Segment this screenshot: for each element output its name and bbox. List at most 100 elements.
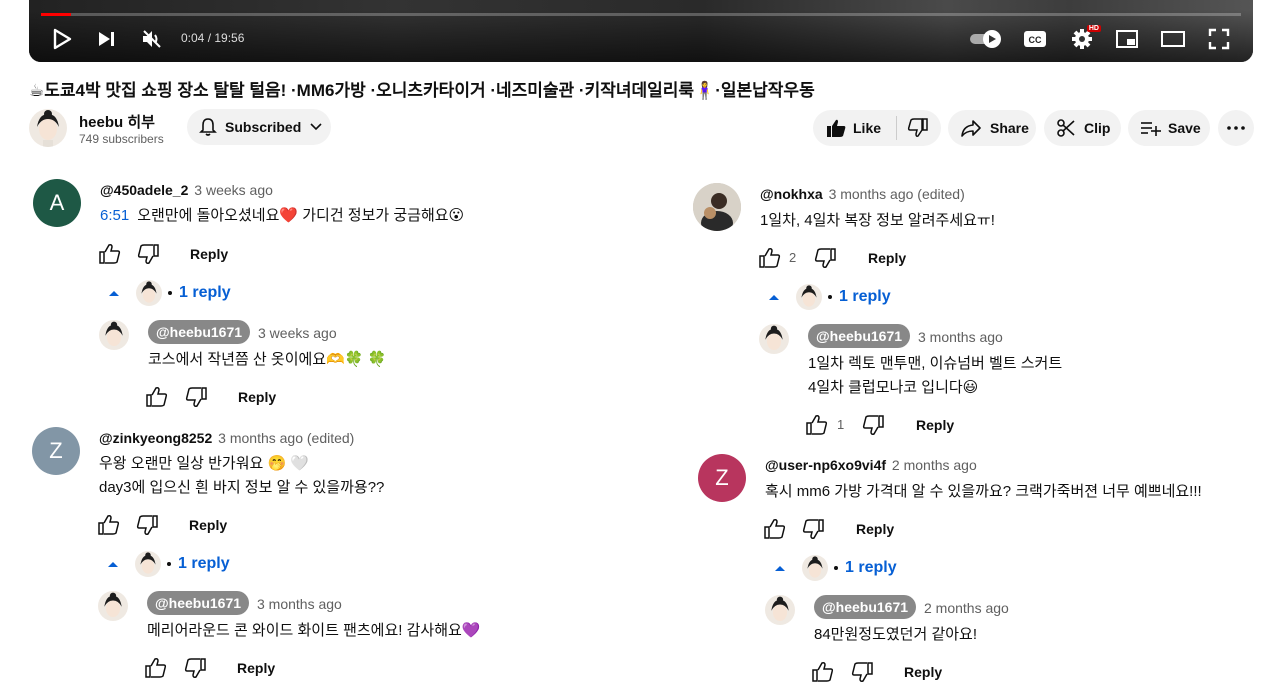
- reply-like-button[interactable]: [144, 657, 168, 679]
- comment-author[interactable]: @user-np6xo9vi4f: [765, 457, 886, 473]
- reply-dislike-button[interactable]: [850, 661, 874, 683]
- comment-text: 혹시 mm6 가방 가격대 알 수 있을까요? 크랙가죽버젼 너무 예쁘네요!!…: [765, 483, 1202, 500]
- captions-button[interactable]: CC: [1023, 26, 1047, 52]
- comment-dislike-button[interactable]: [135, 514, 159, 536]
- reply-text: 코스에서 작년쯤 산 옷이에요🫶🍀 🍀: [148, 351, 387, 368]
- reply-text-line: 4일차 클럽모나코 입니다😃: [808, 379, 979, 396]
- replies-toggle[interactable]: 1 reply: [768, 284, 891, 310]
- time-display: 0:04 / 19:56: [181, 31, 245, 45]
- like-dislike-group: Like: [813, 110, 941, 146]
- miniplayer-button[interactable]: [1115, 26, 1139, 52]
- video-player[interactable]: 0:04 / 19:56 CC HD: [29, 0, 1253, 62]
- comment-dislike-button[interactable]: [136, 243, 160, 265]
- reply-button[interactable]: Reply: [868, 250, 906, 266]
- comment-like-button[interactable]: [97, 514, 121, 536]
- thumbs-down-icon: [907, 118, 928, 137]
- comment-text: 1일차, 4일차 복장 정보 알려주세요ㅠ!: [760, 212, 995, 229]
- thumbs-up-icon: [98, 515, 120, 535]
- thumbs-down-icon: [185, 387, 207, 407]
- share-button[interactable]: Share: [948, 110, 1036, 146]
- reply-dislike-button[interactable]: [861, 414, 885, 436]
- reply-like-button[interactable]: [805, 414, 829, 436]
- comment-dislike-button[interactable]: [813, 247, 837, 269]
- more-horizontal-icon: [1227, 126, 1245, 130]
- replies-toggle[interactable]: 1 reply: [108, 280, 231, 306]
- mute-button[interactable]: [139, 26, 165, 52]
- subscribed-label: Subscribed: [225, 119, 302, 135]
- reply-button[interactable]: Reply: [856, 521, 894, 537]
- timestamp-link[interactable]: 6:51: [100, 207, 129, 224]
- reply-dislike-button[interactable]: [184, 386, 208, 408]
- fullscreen-button[interactable]: [1207, 26, 1231, 52]
- reply-button[interactable]: Reply: [916, 417, 954, 433]
- commenter-avatar[interactable]: Z: [32, 427, 80, 475]
- reply-avatar[interactable]: [759, 324, 789, 354]
- reply-text: 메리어라운드 콘 와이드 화이트 팬츠에요! 감사해요💜: [147, 622, 481, 639]
- owner-handle-chip[interactable]: @heebu1671: [148, 320, 251, 344]
- reply-button[interactable]: Reply: [904, 664, 942, 680]
- avatar-letter: A: [49, 190, 65, 215]
- reply-button[interactable]: Reply: [237, 660, 275, 676]
- thumbs-down-icon: [851, 662, 873, 682]
- comment-dislike-button[interactable]: [801, 518, 825, 540]
- owner-handle-chip[interactable]: @heebu1671: [814, 595, 917, 619]
- reply-button[interactable]: Reply: [189, 517, 227, 533]
- reply-text: 84만원정도였던거 같아요!: [814, 626, 978, 643]
- comment-author[interactable]: @zinkyeong8252: [99, 430, 212, 446]
- scissors-icon: [1057, 119, 1075, 137]
- reply-like-button[interactable]: [145, 386, 169, 408]
- settings-button[interactable]: HD: [1069, 25, 1101, 52]
- dislike-button[interactable]: [897, 118, 929, 138]
- replies-toggle[interactable]: 1 reply: [774, 555, 897, 581]
- progress-bar[interactable]: [41, 13, 1241, 16]
- comment-body: 오랜만에 돌아오셨네요❤️ 가디건 정보가 궁금해요😮: [137, 207, 465, 224]
- reply-like-button[interactable]: [811, 661, 835, 683]
- commenter-avatar[interactable]: Z: [698, 454, 746, 502]
- mute-icon: [143, 30, 161, 48]
- reply-avatar[interactable]: [98, 591, 128, 621]
- comment-like-button[interactable]: [763, 518, 787, 540]
- channel-name[interactable]: heebu 히부: [79, 111, 155, 132]
- progress-played: [41, 13, 71, 16]
- thumbs-down-icon: [137, 244, 159, 264]
- comment-time: 3 months ago (edited): [828, 186, 965, 202]
- next-button[interactable]: [95, 26, 119, 52]
- video-title: ☕도쿄4박 맛집 쇼핑 장소 탈탈 털음! ·MM6가방 ·오니츠카타이거 ·네…: [29, 81, 815, 100]
- reply-text-line: 1일차 렉토 맨투맨, 이슈넘버 벨트 스커트: [808, 355, 1063, 372]
- reply-button[interactable]: Reply: [190, 246, 228, 262]
- reply-dislike-button[interactable]: [183, 657, 207, 679]
- thumbs-up-icon: [99, 244, 121, 264]
- thumbs-down-icon: [862, 415, 884, 435]
- play-button[interactable]: [49, 26, 75, 52]
- autoplay-toggle[interactable]: [969, 26, 1005, 52]
- comment-like-button[interactable]: [98, 243, 122, 265]
- thumbs-down-icon: [136, 515, 158, 535]
- chevron-down-icon: [310, 123, 322, 131]
- like-button[interactable]: Like: [813, 116, 897, 140]
- theater-button[interactable]: [1159, 26, 1187, 52]
- clip-button[interactable]: Clip: [1044, 110, 1121, 146]
- theater-icon: [1161, 31, 1185, 47]
- like-label: Like: [853, 120, 882, 136]
- comment-text: 6:51 오랜만에 돌아오셨네요❤️ 가디건 정보가 궁금해요😮: [100, 204, 464, 228]
- comment-author[interactable]: @nokhxa: [760, 186, 823, 202]
- more-actions-button[interactable]: [1218, 110, 1254, 146]
- channel-avatar[interactable]: [29, 109, 67, 147]
- save-button[interactable]: Save: [1128, 110, 1210, 146]
- owner-handle-chip[interactable]: @heebu1671: [808, 324, 911, 348]
- commenter-avatar[interactable]: A: [33, 179, 81, 227]
- commenter-avatar-photo[interactable]: [693, 183, 741, 231]
- reply-avatar[interactable]: [99, 320, 129, 350]
- comment-like-button[interactable]: [758, 247, 782, 269]
- play-icon: [53, 28, 72, 50]
- replies-count: 1 reply: [178, 555, 230, 572]
- comment-author[interactable]: @450adele_2: [100, 182, 188, 198]
- replies-toggle[interactable]: 1 reply: [107, 551, 230, 577]
- reply-avatar[interactable]: [765, 595, 795, 625]
- subscribed-button[interactable]: Subscribed: [187, 109, 331, 145]
- reply-button[interactable]: Reply: [238, 389, 276, 405]
- captions-icon: CC: [1024, 31, 1046, 47]
- owner-handle-chip[interactable]: @heebu1671: [147, 591, 250, 615]
- share-icon: [961, 120, 981, 137]
- separator-dot: [834, 566, 838, 570]
